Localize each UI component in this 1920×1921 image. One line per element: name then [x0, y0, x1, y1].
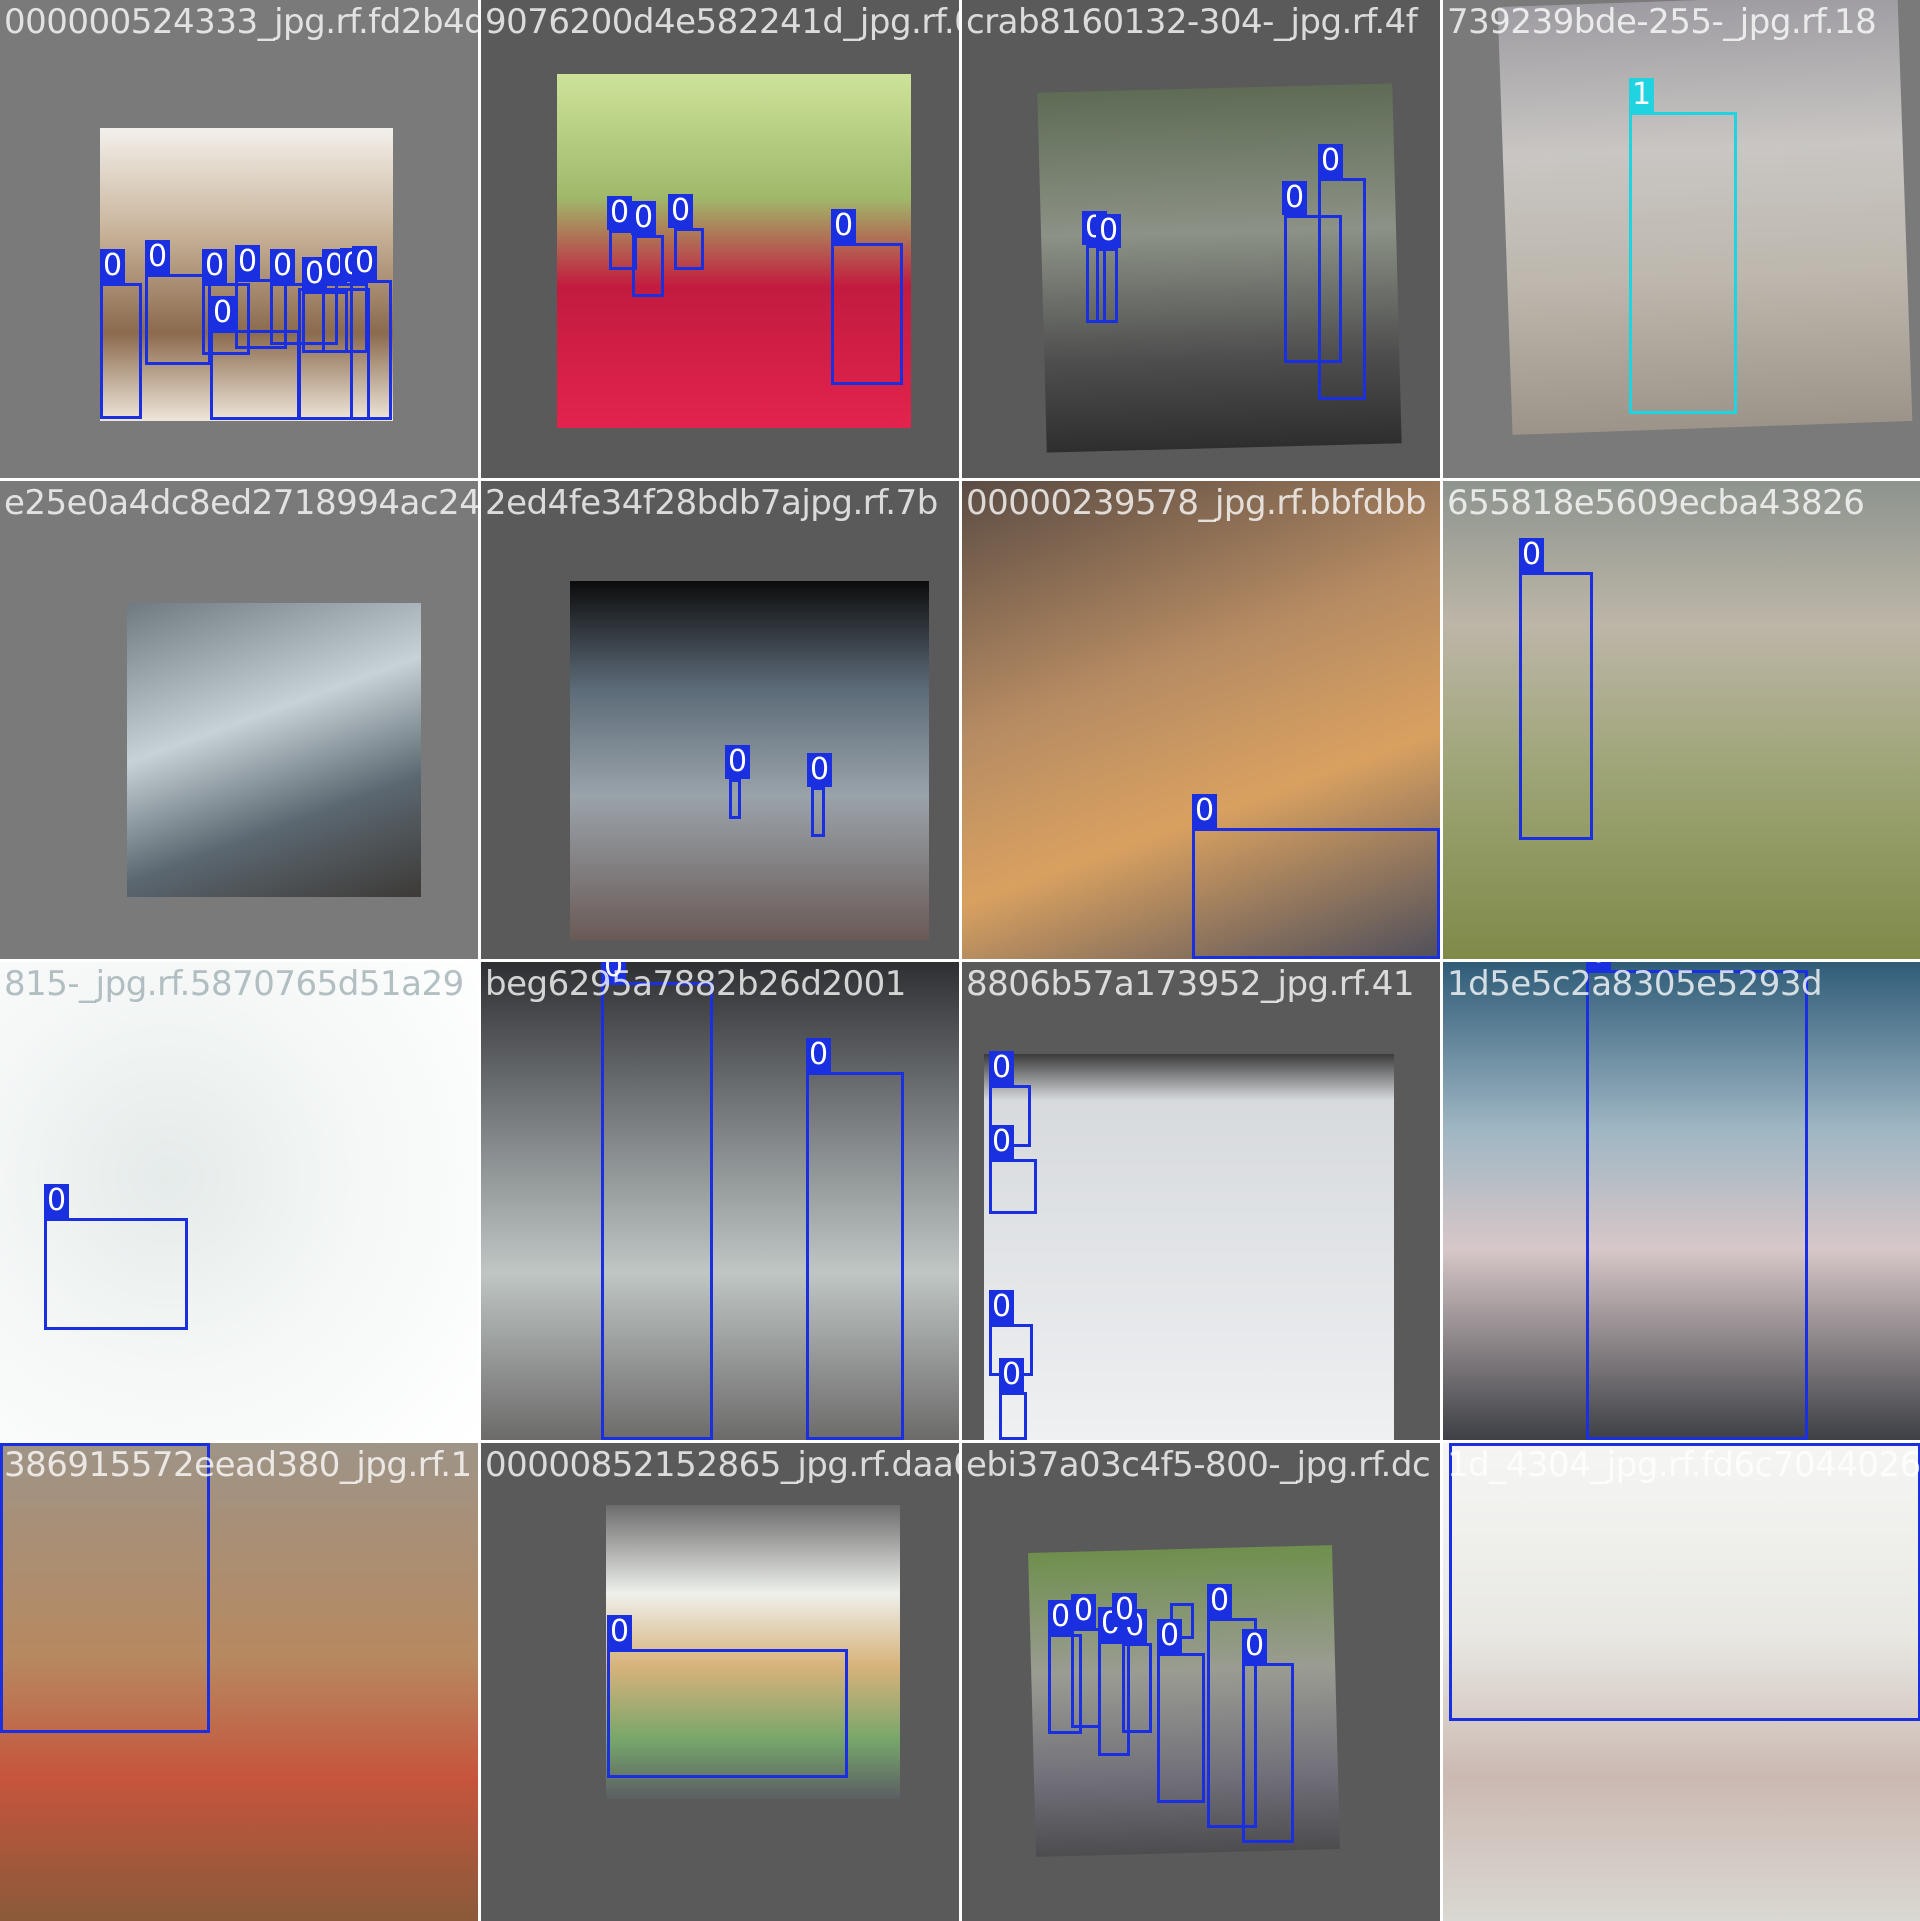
tile-10: 8806b57a173952_jpg.rf.41 0 0 0 0: [962, 962, 1440, 1440]
tile-9: beg6295a7882b26d2001 0 0: [481, 962, 959, 1440]
tile-filename: 00000852152865_jpg.rf.daa0e: [485, 1445, 959, 1485]
tile-2: crab8160132-304-_jpg.rf.4f 0 0 0 0: [962, 0, 1440, 478]
detection-box: [1242, 1663, 1294, 1843]
class-label: 0: [807, 753, 833, 787]
class-label: 0: [1157, 1619, 1183, 1653]
class-label: 0: [1207, 1584, 1233, 1618]
class-label: 0: [202, 249, 228, 283]
detection-box: [989, 1159, 1037, 1214]
detection-box: [999, 1392, 1027, 1440]
detection-box: [1122, 1643, 1152, 1733]
detection-box: [44, 1218, 188, 1330]
class-label: 0: [44, 1184, 70, 1218]
class-label: 0: [607, 1615, 633, 1649]
detection-box: [1449, 1443, 1920, 1721]
mosaic-grid: 000000524333_jpg.rf.fd2b4d 0 0 0 0 0 0 0…: [0, 0, 1920, 1921]
detection-box: [1157, 1653, 1205, 1803]
detection-box: [1519, 572, 1593, 840]
class-label: 0: [1048, 1600, 1074, 1634]
class-label: 1: [1629, 78, 1655, 112]
class-label: 0: [270, 249, 296, 283]
detection-box: [601, 982, 713, 1440]
class-label: 0: [831, 209, 857, 243]
detection-box: [811, 787, 825, 837]
tile-0: 000000524333_jpg.rf.fd2b4d 0 0 0 0 0 0 0…: [0, 0, 478, 478]
tile-14: ebi37a03c4f5-800-_jpg.rf.dc 0 0 0 0 0 0 …: [962, 1443, 1440, 1921]
class-label: 0: [725, 745, 751, 779]
tile-filename: e25e0a4dc8ed2718994ac24: [4, 483, 478, 523]
tile-13: 00000852152865_jpg.rf.daa0e 0: [481, 1443, 959, 1921]
tile-filename: ebi37a03c4f5-800-_jpg.rf.dc: [966, 1445, 1431, 1485]
class-label: 0: [235, 245, 261, 279]
detection-box: [1629, 112, 1737, 414]
detection-box: [1586, 970, 1808, 1440]
tile-filename: 8806b57a173952_jpg.rf.41: [966, 964, 1414, 1004]
tile-8: 815-_jpg.rf.5870765d51a29 0: [0, 962, 478, 1440]
class-label: 0: [1519, 538, 1545, 572]
detection-box: [100, 283, 142, 419]
class-label: 0: [607, 196, 633, 230]
detection-box: [1318, 178, 1366, 400]
detection-box: [607, 1649, 848, 1778]
class-label: 0: [1071, 1594, 1097, 1628]
detection-box: [806, 1072, 904, 1440]
tile-11: 1d5e5c2a8305e5293d 0: [1443, 962, 1920, 1440]
detection-box: [0, 1443, 210, 1733]
class-label: 0: [631, 201, 657, 235]
class-label: 0: [989, 1051, 1015, 1085]
tile-filename: crab8160132-304-_jpg.rf.4f: [966, 2, 1418, 42]
tile-filename: 9076200d4e582241d_jpg.rf.0: [485, 2, 959, 42]
class-label: 0: [1318, 144, 1344, 178]
tile-1: 9076200d4e582241d_jpg.rf.0 0 0 0 0: [481, 0, 959, 478]
class-label: 0: [1242, 1629, 1268, 1663]
class-label: 0: [989, 1125, 1015, 1159]
detection-box: [350, 280, 392, 420]
class-label: 0: [668, 194, 694, 228]
class-label: 0: [1112, 1593, 1138, 1627]
detection-box: [1192, 828, 1440, 959]
tile-4: e25e0a4dc8ed2718994ac24: [0, 481, 478, 959]
detection-box: [1096, 248, 1118, 323]
class-label: 0: [1096, 214, 1122, 248]
class-label: 0: [1282, 181, 1308, 215]
class-label: 0: [352, 246, 378, 280]
photo: [984, 1054, 1394, 1440]
class-label: 0: [999, 1358, 1025, 1392]
class-label: 0: [601, 962, 627, 984]
tile-15: 1d_4304_jpg.rf.fd6c7044026 0: [1443, 1443, 1920, 1921]
class-label: 0: [1586, 962, 1612, 970]
tile-filename: 2ed4fe34f28bdb7ajpg.rf.7b: [485, 483, 938, 523]
tile-12: 386915572eead380_jpg.rf.1 0: [0, 1443, 478, 1921]
detection-box: [831, 243, 903, 385]
photo: [127, 603, 421, 897]
tile-6: 00000239578_jpg.rf.bbfdbb 0: [962, 481, 1440, 959]
photo: [1443, 481, 1920, 959]
class-label: 0: [806, 1038, 832, 1072]
class-label: 0: [1192, 794, 1218, 828]
detection-box: [1071, 1628, 1101, 1728]
class-label: 0: [210, 296, 236, 330]
class-label: 0: [989, 1290, 1015, 1324]
detection-box: [210, 330, 300, 420]
photo: [0, 962, 478, 1440]
tile-7: 655818e5609ecba43826 0: [1443, 481, 1920, 959]
tile-5: 2ed4fe34f28bdb7ajpg.rf.7b 0 0: [481, 481, 959, 959]
detection-box: [632, 235, 664, 297]
tile-3: 739239bde-255-_jpg.rf.18 1: [1443, 0, 1920, 478]
detection-box: [729, 779, 741, 819]
detection-box: [674, 228, 704, 270]
class-label: 0: [145, 240, 171, 274]
class-label: 0: [100, 249, 126, 283]
tile-filename: 000000524333_jpg.rf.fd2b4d: [4, 2, 478, 42]
